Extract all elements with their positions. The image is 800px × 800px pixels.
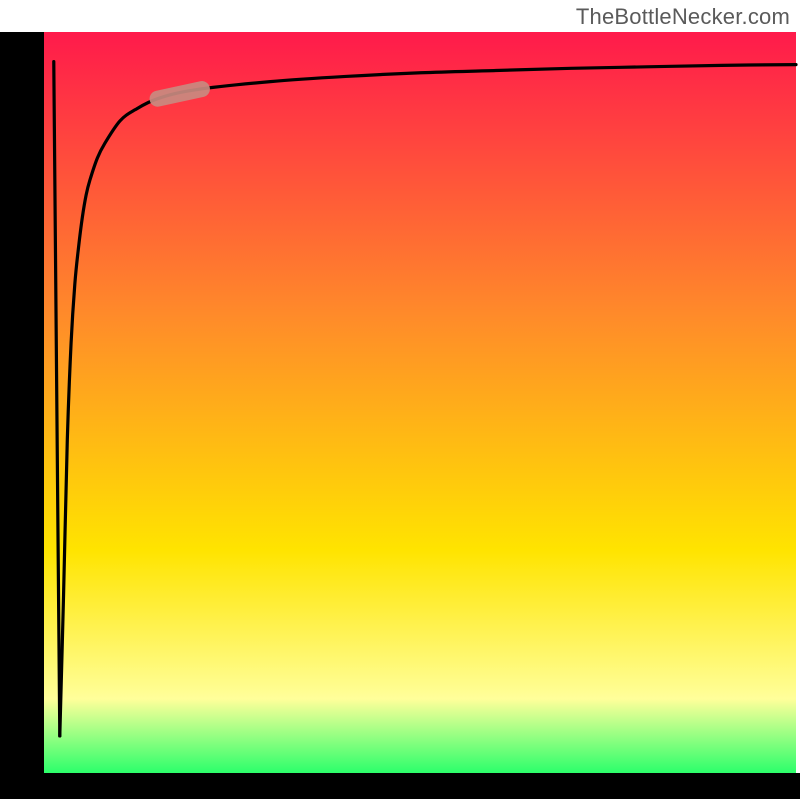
chart-frame: TheBottleNecker.com	[0, 0, 800, 800]
watermark-text: TheBottleNecker.com	[576, 4, 790, 30]
x-axis-border	[0, 773, 800, 799]
y-axis-border	[0, 32, 44, 799]
highlight-segment	[158, 89, 202, 99]
bottleneck-chart	[0, 0, 800, 800]
spacer	[0, 0, 44, 32]
plot-background	[44, 32, 796, 773]
